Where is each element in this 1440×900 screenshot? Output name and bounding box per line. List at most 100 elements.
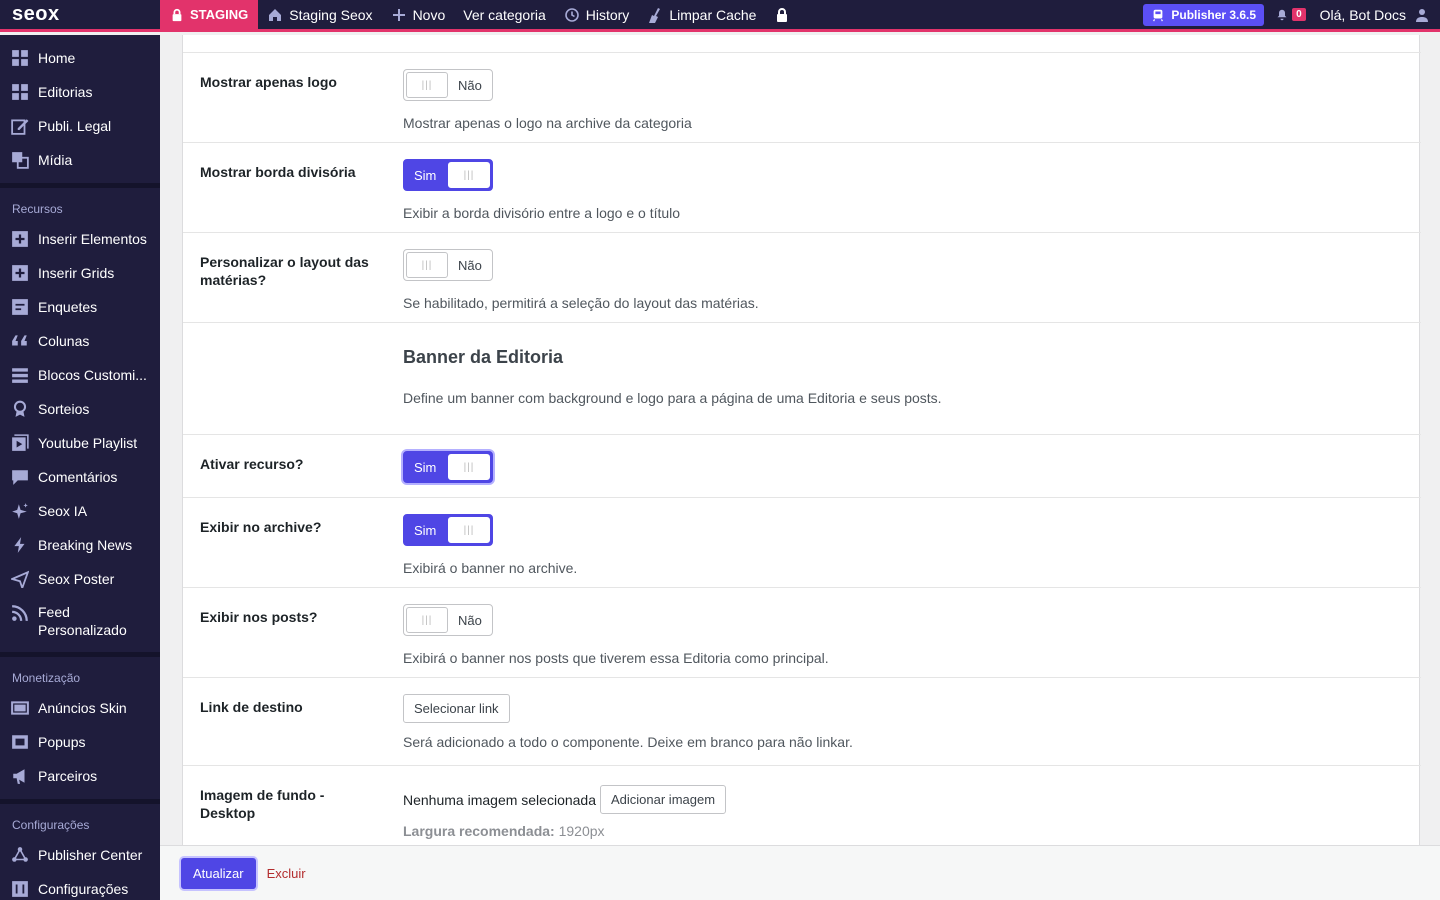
recommended-width: Largura recomendada: 1920px — [403, 823, 726, 839]
sidebar-item-parceiros[interactable]: Parceiros — [0, 759, 160, 793]
site-name-label: Staging Seox — [289, 6, 373, 23]
notifications-button[interactable]: 0 — [1276, 8, 1306, 21]
row-banner-heading: Banner da Editoria Define um banner com … — [183, 323, 1421, 435]
grid-icon — [10, 82, 30, 102]
network-icon — [10, 845, 30, 865]
megaphone-icon — [10, 766, 30, 786]
view-category-label: Ver categoria — [463, 6, 546, 23]
user-menu[interactable]: Olá, Bot Docs — [1320, 7, 1440, 23]
field-description: Será adicionado a todo o componente. Dei… — [403, 734, 853, 750]
add-box-icon — [10, 229, 30, 249]
sidebar-group-resources: Recursos — [12, 202, 63, 216]
staging-label: STAGING — [190, 7, 249, 22]
sidebar-label: Publi. Legal — [38, 118, 112, 134]
toggle-archive[interactable]: Sim ||| — [403, 514, 493, 546]
sidebar-label: Anúncios Skin — [38, 700, 127, 716]
toggle-knob: ||| — [406, 607, 448, 633]
sidebar-label: Sorteios — [38, 401, 90, 417]
toggle-activate[interactable]: Sim ||| — [403, 451, 493, 483]
toggle-knob: ||| — [448, 517, 490, 543]
history-link[interactable]: History — [555, 0, 639, 31]
sidebar-item-home[interactable]: Home — [0, 41, 160, 75]
sidebar-label: Blocos Customi... — [38, 367, 147, 383]
sidebar-item-publisher-center[interactable]: Publisher Center — [0, 838, 160, 872]
sidebar-item-publi-legal[interactable]: Publi. Legal — [0, 109, 160, 143]
sidebar-label: Inserir Grids — [38, 265, 115, 281]
site-name-link[interactable]: Staging Seox — [258, 0, 381, 31]
notifications-count: 0 — [1292, 8, 1306, 21]
unlock-icon — [777, 7, 788, 22]
row-posts: Exibir nos posts? ||| Não Exibirá o bann… — [183, 588, 1421, 678]
sparkle-icon — [10, 501, 30, 521]
add-image-button[interactable]: Adicionar imagem — [600, 785, 727, 814]
sidebar-label: Home — [38, 50, 76, 66]
admin-sidebar: Home Editorias Publi. Legal Mídia Recurs… — [0, 35, 160, 900]
sidebar-item-comentarios[interactable]: Comentários — [0, 460, 160, 494]
sidebar-item-youtube-playlist[interactable]: Youtube Playlist — [0, 426, 160, 460]
staging-badge[interactable]: STAGING — [160, 0, 259, 31]
field-label: Mostrar borda divisória — [200, 164, 356, 180]
sidebar-item-midia[interactable]: Mídia — [0, 143, 160, 177]
row-link: Link de destino Selecionar link Será adi… — [183, 678, 1421, 766]
sidebar-item-breaking-news[interactable]: Breaking News — [0, 528, 160, 562]
sidebar-item-seox-poster[interactable]: Seox Poster — [0, 562, 160, 596]
sidebar-label: Inserir Elementos — [38, 231, 147, 247]
sidebar-item-configuracoes[interactable]: Configurações — [0, 872, 160, 900]
sidebar-separator — [0, 799, 160, 804]
clear-cache-link[interactable]: Limpar Cache — [638, 0, 765, 31]
no-image-text: Nenhuma imagem selecionada — [403, 791, 596, 808]
sidebar-item-blocos[interactable]: Blocos Customi... — [0, 358, 160, 392]
toggle-border[interactable]: Sim ||| — [403, 159, 493, 191]
sidebar-item-inserir-grids[interactable]: Inserir Grids — [0, 256, 160, 290]
sidebar-item-inserir-elementos[interactable]: Inserir Elementos — [0, 222, 160, 256]
select-link-button[interactable]: Selecionar link — [403, 694, 510, 723]
sidebar-item-popups[interactable]: Popups — [0, 725, 160, 759]
award-icon — [10, 399, 30, 419]
sidebar-label: Seox IA — [38, 503, 88, 519]
field-description: Exibirá o banner no archive. — [403, 560, 578, 576]
sidebar-item-seox-ia[interactable]: Seox IA — [0, 494, 160, 528]
publisher-version-badge[interactable]: Publisher 3.6.5 — [1143, 3, 1265, 26]
toggle-logo-only[interactable]: ||| Não — [403, 69, 493, 101]
toggle-layout[interactable]: ||| Não — [403, 249, 493, 281]
sidebar-item-anuncios-skin[interactable]: Anúncios Skin — [0, 691, 160, 725]
row-layout: Personalizar o layout das matérias? ||| … — [183, 233, 1421, 323]
user-greeting: Olá, Bot Docs — [1319, 6, 1406, 23]
toggle-state: Sim — [414, 522, 437, 538]
image-selector: Nenhuma imagem selecionada Adicionar ima… — [403, 785, 727, 814]
delete-link[interactable]: Excluir — [267, 866, 306, 881]
site-logo[interactable]: seox — [0, 0, 160, 31]
edit-icon — [10, 116, 30, 136]
user-avatar-icon — [1416, 8, 1428, 22]
lightning-icon — [10, 535, 30, 555]
update-button[interactable]: Atualizar — [181, 857, 256, 889]
quote-icon — [10, 331, 30, 351]
main-content: Mostrar apenas logo ||| Não Mostrar apen… — [160, 35, 1440, 845]
train-icon — [1153, 9, 1164, 21]
sidebar-item-colunas[interactable]: Colunas — [0, 324, 160, 358]
history-icon — [564, 7, 579, 22]
toggle-knob: ||| — [406, 72, 448, 98]
field-activate: Sim ||| — [403, 451, 493, 483]
row-logo-only: Mostrar apenas logo ||| Não Mostrar apen… — [183, 53, 1421, 143]
sidebar-label: Comentários — [38, 469, 118, 485]
sidebar-label: Parceiros — [38, 768, 98, 784]
view-category-link[interactable]: Ver categoria — [454, 0, 555, 31]
sidebar-item-feed-personalizado[interactable]: Feed Personalizado — [0, 596, 160, 646]
lock-icon — [172, 8, 182, 21]
sidebar-item-enquetes[interactable]: Enquetes — [0, 290, 160, 324]
recommended-width-value: 1920px — [558, 823, 605, 839]
field-posts: ||| Não Exibirá o banner nos posts que t… — [403, 604, 829, 666]
sidebar-item-sorteios[interactable]: Sorteios — [0, 392, 160, 426]
toggle-posts[interactable]: ||| Não — [403, 604, 493, 636]
sidebar-label: Popups — [38, 734, 86, 750]
sidebar-label: Configurações — [38, 881, 129, 897]
sidebar-item-editorias[interactable]: Editorias — [0, 75, 160, 109]
comment-icon — [10, 467, 30, 487]
lock-toggle[interactable] — [765, 0, 799, 31]
toggle-state: Não — [458, 77, 482, 93]
media-icon — [10, 150, 30, 170]
field-label: Imagem de fundo - Desktop — [200, 787, 325, 821]
playlist-icon — [10, 433, 30, 453]
new-content-link[interactable]: Novo — [382, 0, 455, 31]
